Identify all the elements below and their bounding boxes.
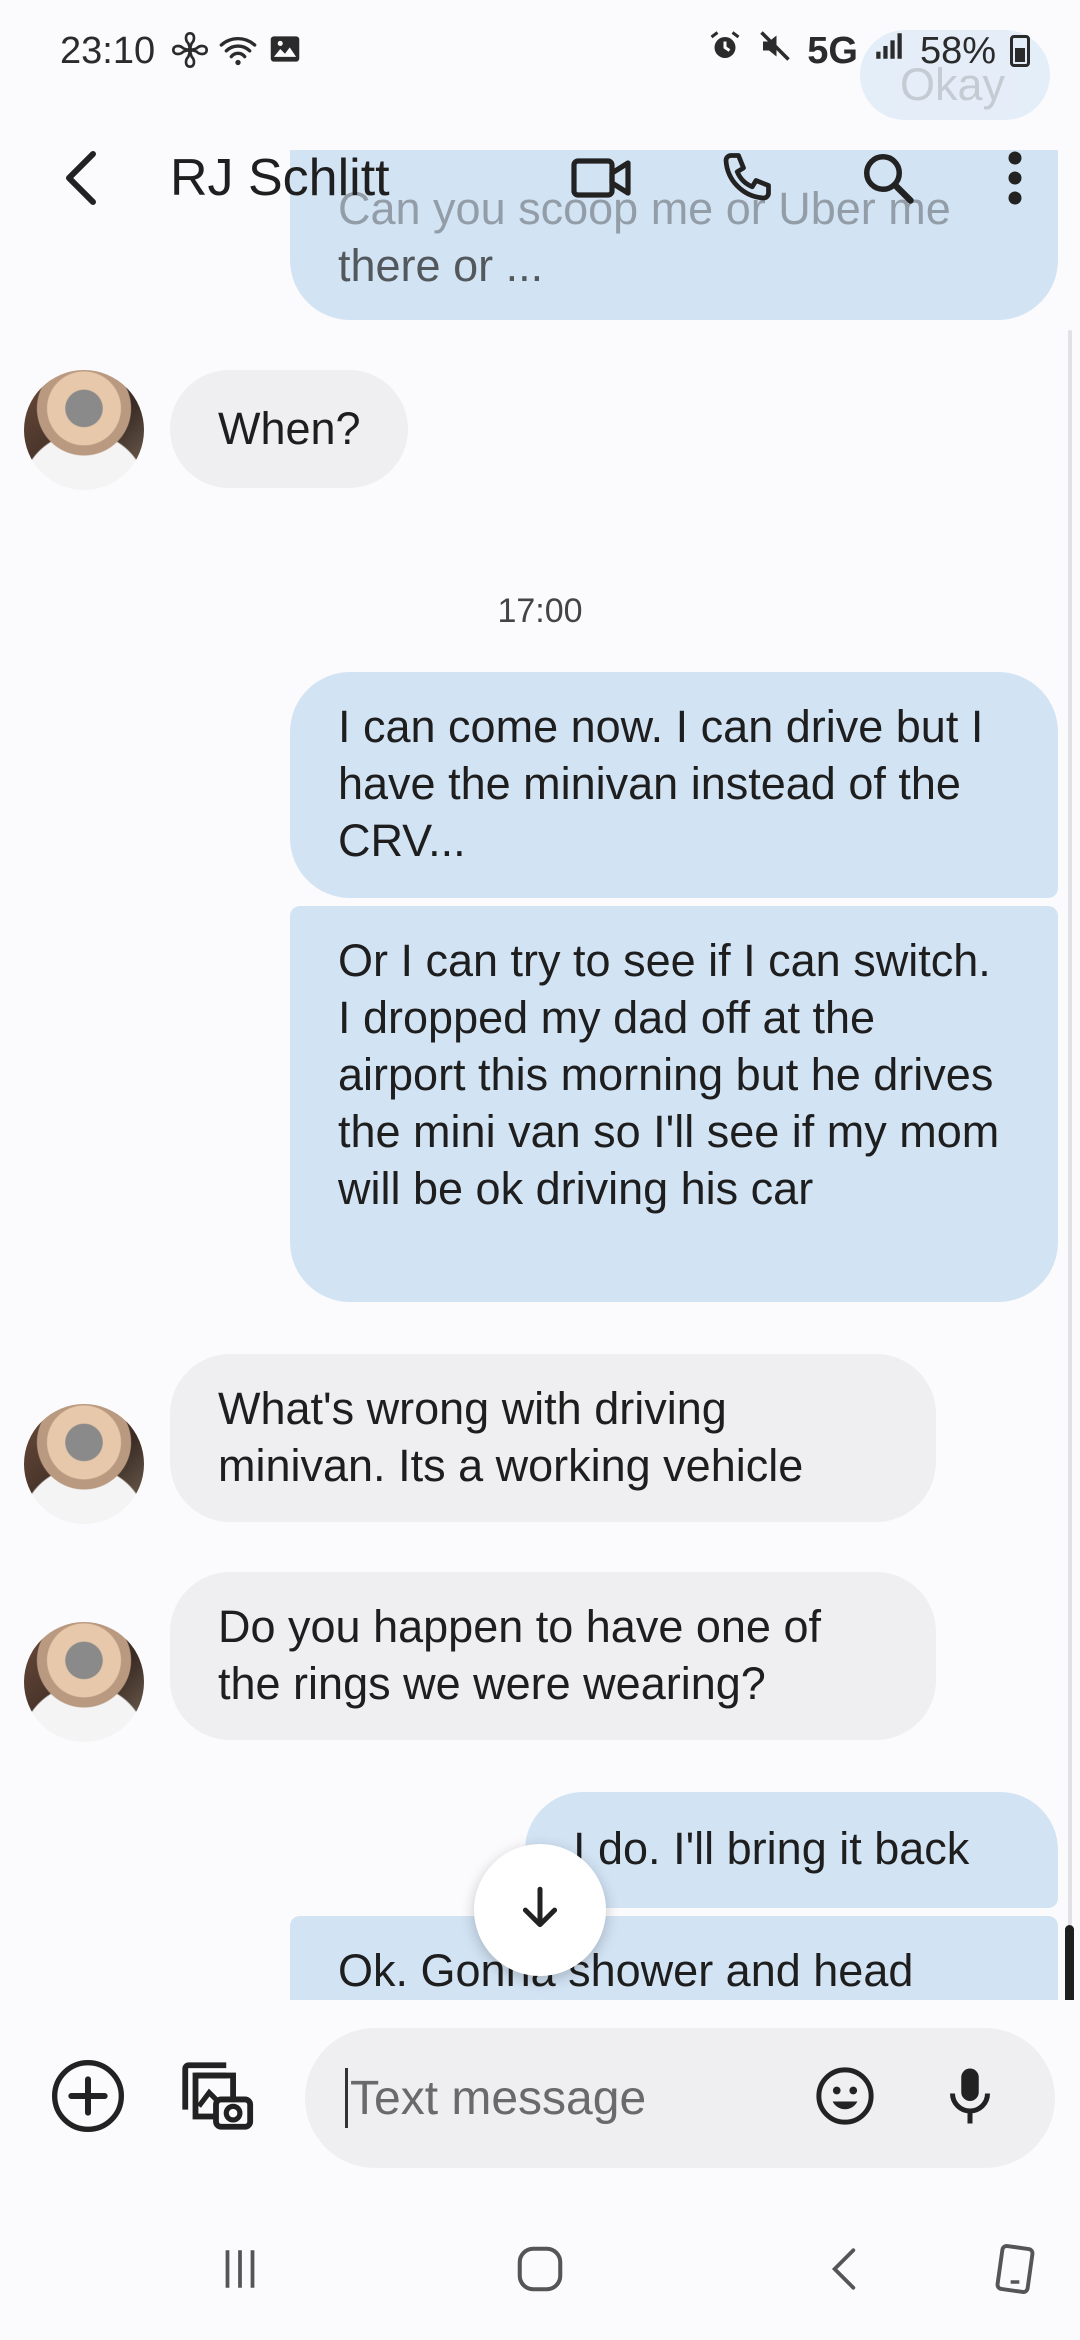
more-options-button[interactable] (975, 140, 1055, 220)
scrollbar-track[interactable] (1068, 330, 1072, 2050)
mute-icon (757, 28, 793, 74)
message-timestamp: 17:00 (497, 592, 583, 630)
conversation[interactable]: Okay Can you scoop me or Uber me there o… (0, 0, 1080, 2000)
fan-icon (170, 30, 210, 75)
battery-percent: 58% (919, 29, 996, 72)
mic-icon (940, 2063, 1000, 2134)
message-text: Ok. Gonna shower and head over. (338, 1945, 914, 1996)
message-outgoing[interactable]: I can come now. I can drive but I have t… (290, 672, 1058, 898)
back-button[interactable] (42, 140, 122, 220)
contact-name[interactable]: RJ Schlitt (170, 148, 390, 208)
contact-avatar[interactable] (24, 1622, 144, 1742)
message-text: Or I can try to see if I can switch. I d… (338, 935, 1000, 1214)
more-vert-icon (1005, 148, 1025, 213)
plus-circle-icon (48, 2056, 128, 2141)
status-right: 5G 58% (707, 28, 1030, 74)
image-notification-icon (266, 30, 304, 73)
nav-back-button[interactable] (795, 2236, 895, 2306)
home-button[interactable] (490, 2236, 590, 2306)
conversation-header: RJ Schlitt (0, 110, 1080, 250)
contact-avatar[interactable] (24, 1404, 144, 1524)
battery-icon (1010, 35, 1030, 67)
phone-icon (716, 148, 776, 213)
search-button[interactable] (848, 140, 928, 220)
screen: Okay Can you scoop me or Uber me there o… (0, 0, 1080, 2340)
message-input[interactable] (345, 2068, 805, 2128)
back-arrow-icon (57, 148, 107, 213)
status-bar: 23:10 5G 58% (0, 0, 1080, 110)
text-box[interactable] (305, 2028, 1055, 2168)
video-call-icon (570, 155, 634, 206)
emoji-button[interactable] (805, 2058, 885, 2138)
message-incoming[interactable]: Do you happen to have one of the rings w… (170, 1572, 936, 1740)
message-text: What's wrong with driving minivan. Its a… (218, 1383, 804, 1491)
message-outgoing[interactable]: Or I can try to see if I can switch. I d… (290, 906, 1058, 1302)
message-incoming[interactable]: When? (170, 370, 408, 488)
system-nav-bar (0, 2200, 1080, 2340)
wifi-icon (218, 30, 258, 75)
message-text: I can come now. I can drive but I have t… (338, 701, 984, 866)
video-call-button[interactable] (562, 140, 642, 220)
message-text: When? (218, 403, 361, 454)
recents-button[interactable] (190, 2236, 290, 2306)
message-outgoing[interactable]: Ok. Gonna shower and head over. (290, 1916, 1058, 2000)
signal-icon (872, 29, 906, 73)
alarm-icon (707, 28, 743, 74)
add-attachment-button[interactable] (40, 2050, 136, 2146)
message-outgoing[interactable]: I do. I'll bring it back (525, 1792, 1058, 1908)
home-icon (513, 2242, 567, 2301)
message-incoming[interactable]: What's wrong with driving minivan. Its a… (170, 1354, 936, 1522)
status-time: 23:10 (60, 30, 156, 72)
gallery-camera-icon (175, 2055, 257, 2142)
emoji-icon (812, 2063, 878, 2134)
contact-avatar[interactable] (24, 370, 144, 490)
message-composer (0, 2000, 1080, 2200)
rotate-screen-icon (992, 2243, 1038, 2300)
search-icon (858, 148, 918, 213)
network-type: 5G (807, 29, 858, 72)
back-chevron-icon (820, 2244, 870, 2299)
recents-icon (215, 2244, 265, 2299)
rotate-screen-button[interactable] (965, 2236, 1065, 2306)
message-text: Do you happen to have one of the rings w… (218, 1601, 821, 1709)
phone-call-button[interactable] (706, 140, 786, 220)
gallery-button[interactable] (168, 2050, 264, 2146)
voice-input-button[interactable] (930, 2058, 1010, 2138)
arrow-down-icon (515, 1883, 565, 1938)
scroll-to-bottom-button[interactable] (474, 1844, 606, 1976)
message-text: I do. I'll bring it back (573, 1823, 970, 1874)
